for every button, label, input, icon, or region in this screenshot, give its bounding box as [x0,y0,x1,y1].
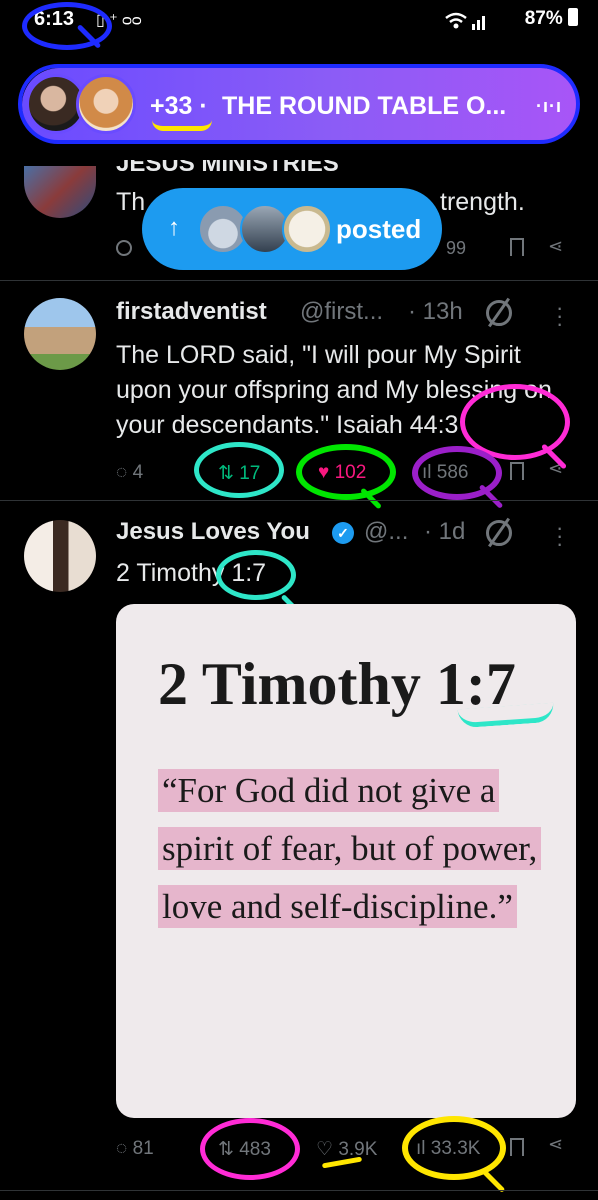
prev-tweet-avatar[interactable] [24,166,96,218]
prev-tweet-text-end: trength. [440,188,525,216]
bookmark-icon[interactable] [510,462,524,480]
spaces-title: THE ROUND TABLE O... [222,92,507,120]
card-quote: “For God did not give a spirit of fear, … [158,762,558,936]
tweet1-replies[interactable]: ◌ 4 [116,462,143,484]
spaces-cohost-avatar [76,74,136,134]
prev-tweet-views[interactable]: 99 [446,238,466,259]
divider [0,280,598,281]
prev-tweet-text-start: Th [116,188,146,216]
more-options-icon[interactable]: · · · [556,297,563,335]
battery-icon [568,8,578,26]
annotation-ring-likes [296,444,396,500]
prev-tweet-name: JESUS MINISTRIES [116,160,339,174]
up-arrow-icon: ↑ [168,214,180,241]
tweet1-avatar[interactable] [24,298,96,370]
tweet2-handle[interactable]: @... [364,518,408,546]
tweet2-author-name[interactable]: Jesus Loves You [116,518,310,546]
tweet2-avatar[interactable] [24,520,96,592]
divider [0,500,598,501]
annotation-underline-count [152,120,212,131]
tweet1-timestamp[interactable]: · 13h [408,298,463,326]
reply-icon: ◌ [116,1138,128,1159]
spaces-listener-count: +33 · [150,92,208,120]
posted-label: posted [336,214,422,244]
share-icon[interactable]: ⋖ [548,236,563,257]
tweet2-timestamp[interactable]: · 1d [424,518,465,546]
annotation-ring-reposts [194,442,284,498]
reply-icon: ◌ [116,462,128,483]
share-icon[interactable]: ⋖ [548,1134,563,1155]
tweet1-author-name[interactable]: firstadventist [116,298,267,326]
annotation-ring-reposts-2 [200,1118,300,1180]
divider [0,1190,598,1191]
poster-avatar-3 [282,204,332,254]
heart-icon: ♡ [316,1139,334,1160]
verified-badge-icon: ✓ [332,522,354,544]
reply-icon[interactable] [116,240,132,256]
tweet2-replies[interactable]: ◌ 81 [116,1138,154,1160]
wifi-signal-icon [444,10,490,37]
bookmark-icon[interactable] [510,238,524,256]
tweet1-handle[interactable]: @first... [300,298,383,326]
battery-percent: 87% [525,8,578,30]
audio-bars-icon: ·ı·ı [536,96,562,116]
bookmark-icon[interactable] [510,1138,524,1156]
annotation-ring-reference [216,550,296,600]
tweet2-likes[interactable]: ♡ 3.9K [316,1138,377,1161]
annotation-ring-views-2 [402,1116,506,1180]
more-options-icon[interactable]: · · · [556,517,563,555]
